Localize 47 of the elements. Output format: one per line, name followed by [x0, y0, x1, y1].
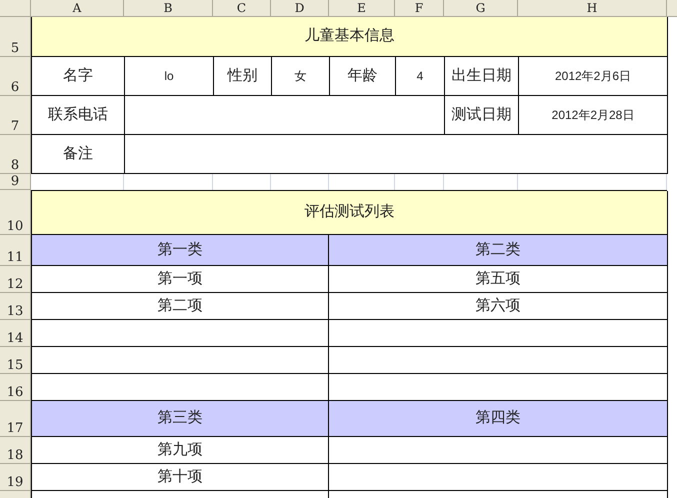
table-cell: 测试日期	[445, 96, 519, 135]
row-header[interactable]: 6	[10, 80, 20, 95]
row-header[interactable]: 18	[6, 448, 24, 463]
table-cell: 第九项	[32, 437, 329, 464]
table-cell: 出生日期	[445, 57, 519, 96]
section-title: 评估测试列表	[32, 191, 668, 235]
table-cell: 2012年2月28日	[519, 96, 668, 135]
row-header[interactable]: 14	[6, 331, 24, 346]
category-header: 第三类	[32, 401, 329, 437]
row-header[interactable]: 15	[6, 358, 24, 373]
table-cell: lo	[125, 57, 214, 96]
table-cell: 第二项	[32, 293, 329, 320]
column-header[interactable]: H	[518, 0, 667, 16]
table-cell: 4	[396, 57, 445, 96]
section-title: 儿童基本信息	[32, 17, 668, 57]
column-header[interactable]: G	[444, 0, 518, 16]
table-cell: 名字	[32, 57, 125, 96]
row-header[interactable]: 17	[6, 421, 24, 436]
row-header[interactable]: 16	[6, 385, 24, 400]
column-header[interactable]: A	[31, 0, 124, 16]
category-header: 第一类	[32, 235, 329, 266]
table-cell: 女	[272, 57, 330, 96]
table-cell: 年龄	[330, 57, 396, 96]
row-header[interactable]: 8	[10, 158, 20, 173]
table-cell: 性别	[214, 57, 272, 96]
table-cell: 2012年2月6日	[519, 57, 668, 96]
table-cell: 第六项	[329, 293, 668, 320]
column-header[interactable]: B	[124, 0, 213, 16]
table-cell: 备注	[32, 135, 125, 174]
row-header[interactable]: 5	[10, 41, 20, 56]
column-header[interactable]: D	[271, 0, 329, 16]
table-cell: 联系电话	[32, 96, 125, 135]
row-header[interactable]: 19	[6, 475, 24, 490]
column-header[interactable]: F	[395, 0, 444, 16]
row-header[interactable]: 13	[6, 304, 24, 319]
column-header[interactable]: E	[329, 0, 395, 16]
row-header[interactable]: 9	[10, 174, 20, 189]
table-cell: 第十项	[32, 464, 329, 491]
column-header[interactable]: C	[213, 0, 271, 16]
row-header[interactable]: 10	[6, 219, 24, 234]
row-header[interactable]: 12	[6, 277, 24, 292]
row-header[interactable]: 11	[6, 250, 24, 265]
category-header: 第二类	[329, 235, 668, 266]
row-header[interactable]: 7	[10, 119, 20, 134]
table-cell: 第五项	[329, 266, 668, 293]
category-header: 第四类	[329, 401, 668, 437]
table-cell: 第一项	[32, 266, 329, 293]
